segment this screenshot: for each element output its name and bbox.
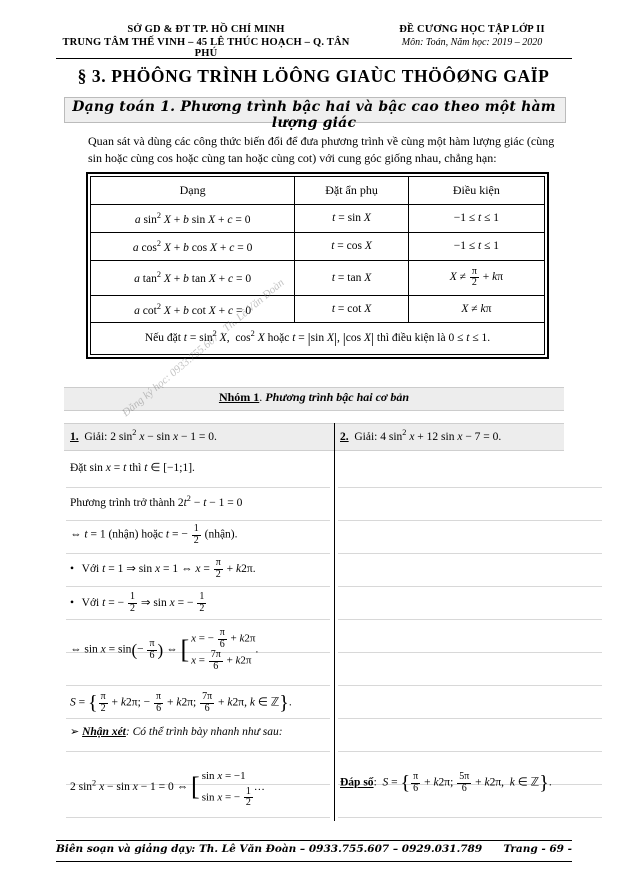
group-label: Nhóm 1 bbox=[218, 390, 260, 404]
cell-substitution: t = cot X bbox=[294, 294, 409, 324]
school-name: TRUNG TÂM THẾ VINH – 45 LÊ THÚC HOẠCH – … bbox=[62, 37, 350, 59]
worksheet-lines-right bbox=[338, 455, 602, 818]
cell-substitution: t = sin X bbox=[294, 204, 409, 233]
exercise-2-answer: Đáp số: S = {π 6 + k2π; 5π 6 + k2π, k ∈ ℤ}… bbox=[340, 771, 552, 794]
exercise-2-number: 2. bbox=[340, 430, 349, 443]
solution-solution-set: S = {π 2 + k2π; − π6 + k2π; 7π 6 + k2π, k … bbox=[70, 691, 292, 714]
solution-remark: ➢ Nhận xét: Có thể trình bày nhanh như s… bbox=[70, 726, 283, 738]
document-header: SỞ GD & ĐT TP. HỒ CHÍ MINH ĐỀ CƯƠNG HỌC … bbox=[56, 24, 572, 59]
cell-substitution: t = cos X bbox=[294, 231, 409, 261]
footer-divider-top bbox=[56, 840, 572, 841]
solution-step-6: ⇔ sin x = sin(− π 6) ⇔ [ x = − π6 + k2π x… bbox=[70, 627, 259, 672]
solution-step-1: Đặt sin x = t thì t ∈ [−1;1]. bbox=[70, 462, 195, 474]
table-note: Nếu đặt t = sin2 X, cos2 X hoặc t = |sin… bbox=[90, 322, 545, 356]
solution-step-5: • Với t = − 12 ⇒ sin x = − 12 bbox=[70, 591, 207, 614]
solution-step-2: Phương trình trở thành 2t2 − t − 1 = 0 bbox=[70, 494, 243, 509]
school-authority: SỞ GD & ĐT TP. HỒ CHÍ MINH bbox=[127, 24, 285, 35]
cell-condition: −1 ≤ t ≤ 1 bbox=[407, 231, 546, 261]
remark-text: Có thể trình bày nhanh như sau: bbox=[132, 726, 283, 738]
document-kind: ĐỀ CƯƠNG HỌC TẬP LỚP II bbox=[399, 24, 545, 35]
remark-label: Nhận xét bbox=[82, 726, 126, 738]
group-name: Phương trình bậc hai cơ bản bbox=[265, 390, 410, 404]
footer-author: Biên soạn và giảng dạy: Th. Lê Văn Đoàn … bbox=[56, 843, 483, 855]
table-header-substitution: Đặt ẩn phụ bbox=[294, 176, 409, 205]
document-footer: Biên soạn và giảng dạy: Th. Lê Văn Đoàn … bbox=[56, 843, 572, 855]
solution-quick-form: 2 sin2 x − sin x − 1 = 0 ⇔ [ sin x = −1 … bbox=[70, 770, 265, 809]
table-row: a sin2 X + b sin X + c = 0 t = sin X −1 … bbox=[89, 204, 546, 233]
cell-condition: X ≠ kπ bbox=[407, 294, 546, 324]
cell-form: a tan2 X + b tan X + c = 0 bbox=[89, 259, 296, 296]
footer-divider-bottom bbox=[56, 861, 572, 862]
exercise-2-prompt: 2. Giải: 4 sin2 x + 12 sin x − 7 = 0. bbox=[340, 428, 502, 443]
solution-step-3: ⇔ t = 1 (nhận) hoặc t = − 12 (nhận). bbox=[70, 523, 238, 546]
cell-form: a cos2 X + b cos X + c = 0 bbox=[89, 231, 296, 261]
intro-paragraph: Quan sát và dùng các công thức biến đổi … bbox=[88, 134, 555, 166]
exercise-1-prompt: 1. Giải: 2 sin2 x − sin x − 1 = 0. bbox=[70, 428, 217, 443]
group-banner-label: Nhóm 1. Phương trình bậc hai cơ bản bbox=[218, 390, 410, 404]
table-header-condition: Điều kiện bbox=[407, 176, 546, 205]
cell-substitution: t = tan X bbox=[294, 259, 409, 296]
section-banner-label: Dạng toán 1. Phương trình bậc hai và bậc… bbox=[72, 99, 556, 131]
table-row: a cos2 X + b cos X + c = 0 t = cos X −1 … bbox=[89, 231, 546, 261]
cell-condition: −1 ≤ t ≤ 1 bbox=[407, 204, 546, 233]
column-divider bbox=[334, 423, 335, 821]
table-note-row: Nếu đặt t = sin2 X, cos2 X hoặc t = |sin… bbox=[90, 322, 545, 356]
cell-form: a sin2 X + b sin X + c = 0 bbox=[89, 204, 296, 233]
cell-condition: X ≠ π2 + kπ bbox=[407, 259, 546, 296]
cell-form: a cot2 X + b cot X + c = 0 bbox=[89, 294, 296, 324]
table-header-form: Dạng bbox=[89, 176, 296, 205]
substitution-table: Dạng Đặt ẩn phụ Điều kiện a sin2 X + b s… bbox=[86, 172, 549, 360]
header-divider bbox=[56, 58, 572, 59]
table-row: a cot2 X + b cot X + c = 0 t = cot X X ≠… bbox=[89, 294, 546, 324]
footer-page-number: Trang - 69 - bbox=[503, 843, 572, 855]
page-title: § 3. PHÖÔNG TRÌNH LÖÔNG GIAÙC THÖÔØNG GA… bbox=[77, 66, 550, 86]
answer-label: Đáp số bbox=[340, 776, 374, 789]
table-row: a tan2 X + b tan X + c = 0 t = tan X X ≠… bbox=[89, 259, 546, 296]
solution-step-4: • Với t = 1 ⇒ sin x = 1 ⇔ x = π2 + k2π. bbox=[70, 557, 256, 580]
document-page: SỞ GD & ĐT TP. HỒ CHÍ MINH ĐỀ CƯƠNG HỌC … bbox=[0, 0, 627, 893]
subject-year: Môn: Toán, Năm học: 2019 – 2020 bbox=[401, 37, 543, 48]
exercise-1-number: 1. bbox=[70, 430, 79, 443]
